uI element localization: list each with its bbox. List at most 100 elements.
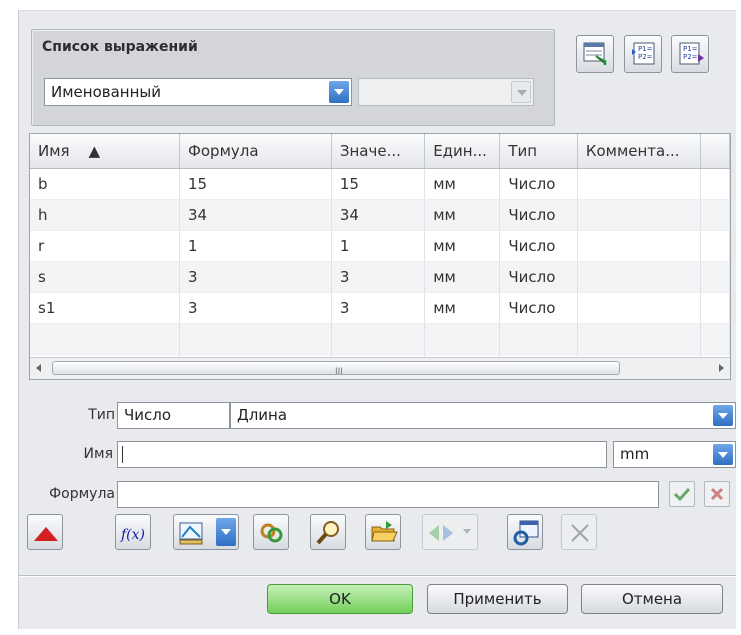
scroll-thumb[interactable]: III xyxy=(52,361,620,377)
svg-text:P1=: P1= xyxy=(638,45,653,53)
table-cell[interactable]: Число xyxy=(499,261,578,293)
column-header-extra xyxy=(700,134,730,169)
interpart-button[interactable] xyxy=(253,514,289,550)
table-cell[interactable]: r xyxy=(30,230,180,262)
name-input[interactable] xyxy=(117,441,607,468)
formula-label: Формула xyxy=(49,486,115,502)
table-cell[interactable]: 1 xyxy=(331,230,426,262)
list-view-button[interactable] xyxy=(576,35,614,73)
table-cell[interactable] xyxy=(577,199,702,231)
triangle-up-icon xyxy=(34,527,58,541)
table-cell[interactable]: 3 xyxy=(331,292,426,324)
table-cell-extra xyxy=(700,261,730,293)
accept-formula-button[interactable] xyxy=(669,481,695,507)
scroll-right-icon[interactable] xyxy=(719,364,724,372)
export-expressions-button[interactable]: P1= P2= xyxy=(624,35,662,73)
units-dropdown[interactable]: mm xyxy=(613,441,736,468)
chevron-down-icon[interactable] xyxy=(329,81,349,103)
delete-button xyxy=(561,514,597,550)
table-cell[interactable]: 15 xyxy=(179,168,332,200)
table-cell[interactable]: Число xyxy=(499,230,578,262)
ok-button[interactable]: OK xyxy=(267,584,413,614)
function-button[interactable]: f(x) xyxy=(115,514,151,550)
find-button[interactable] xyxy=(310,514,346,550)
table-cell[interactable]: 1 xyxy=(179,230,332,262)
column-header-units[interactable]: Един... xyxy=(424,134,501,169)
table-cell[interactable]: b xyxy=(30,168,180,200)
table-cell[interactable]: h xyxy=(30,199,180,231)
table-cell-extra xyxy=(700,230,730,262)
table-row[interactable]: b 15 15 мм Число xyxy=(30,168,730,200)
dimension-dropdown[interactable]: Длина xyxy=(230,402,736,429)
collapse-button[interactable] xyxy=(27,514,63,550)
reject-formula-button[interactable] xyxy=(704,481,730,507)
measure-icon xyxy=(179,522,203,545)
table-cell[interactable]: Число xyxy=(499,292,578,324)
expressions-table[interactable]: Имя ▲ Формула Значе... Един... Тип Комме… xyxy=(29,133,731,380)
column-header-value[interactable]: Значе... xyxy=(331,134,426,169)
insert-arrows-icon xyxy=(429,525,453,541)
svg-text:P1=: P1= xyxy=(683,45,698,53)
table-cell[interactable] xyxy=(577,323,702,355)
svg-text:P2=: P2= xyxy=(683,53,698,61)
table-cell-extra xyxy=(700,168,730,200)
table-cell[interactable]: мм xyxy=(424,199,501,231)
apply-button[interactable]: Применить xyxy=(427,584,568,614)
table-cell[interactable]: 3 xyxy=(179,261,332,293)
sort-ascending-icon: ▲ xyxy=(88,142,101,160)
table-cell-extra xyxy=(700,292,730,324)
table-cell[interactable] xyxy=(424,323,501,355)
horizontal-scrollbar[interactable]: III xyxy=(30,357,730,379)
scroll-left-icon[interactable] xyxy=(36,364,41,372)
table-cell[interactable]: мм xyxy=(424,230,501,262)
table-cell[interactable] xyxy=(577,261,702,293)
expressions-dialog: Список выражений Именованный P1= P2= P1=… xyxy=(18,10,736,629)
chevron-down-icon[interactable] xyxy=(713,405,733,426)
table-cell[interactable] xyxy=(577,230,702,262)
table-cell[interactable]: 3 xyxy=(179,292,332,324)
cancel-button[interactable]: Отмена xyxy=(581,584,723,614)
table-row[interactable]: s1 3 3 мм Число xyxy=(30,292,730,324)
formula-input[interactable] xyxy=(117,481,659,508)
open-file-button[interactable] xyxy=(365,514,401,550)
column-header-name[interactable]: Имя ▲ xyxy=(30,134,180,169)
table-row[interactable]: s 3 3 мм Число xyxy=(30,261,730,293)
table-cell[interactable]: s xyxy=(30,261,180,293)
delete-x-icon xyxy=(571,524,589,542)
chevron-down-icon[interactable] xyxy=(713,444,733,465)
import-expressions-button[interactable]: P1= P2= xyxy=(671,35,709,73)
expression-list-title: Список выражений xyxy=(42,39,198,55)
table-cell[interactable]: мм xyxy=(424,168,501,200)
column-header-type[interactable]: Тип xyxy=(499,134,578,169)
table-cell[interactable] xyxy=(577,168,702,200)
table-cell[interactable] xyxy=(577,292,702,324)
column-header-formula[interactable]: Формула xyxy=(179,134,332,169)
interpart-icon xyxy=(260,523,283,543)
edit-spreadsheet-button[interactable] xyxy=(507,514,543,550)
table-cell[interactable]: 34 xyxy=(331,199,426,231)
table-cell[interactable] xyxy=(499,323,578,355)
insert-dropdown-button xyxy=(422,514,478,550)
table-cell[interactable]: s1 xyxy=(30,292,180,324)
table-cell[interactable]: 34 xyxy=(179,199,332,231)
import-expressions-icon: P1= P2= xyxy=(679,42,704,65)
svg-text:f(x): f(x) xyxy=(120,527,145,543)
table-row[interactable] xyxy=(30,323,730,355)
table-cell-extra xyxy=(700,323,730,355)
measure-dropdown-button[interactable] xyxy=(173,514,239,550)
table-cell[interactable]: мм xyxy=(424,292,501,324)
table-cell[interactable] xyxy=(30,323,180,355)
chevron-down-icon xyxy=(511,81,531,103)
table-cell[interactable] xyxy=(179,323,332,355)
chevron-down-icon[interactable] xyxy=(216,518,236,546)
table-row[interactable]: h 34 34 мм Число xyxy=(30,199,730,231)
table-cell[interactable]: Число xyxy=(499,168,578,200)
table-cell[interactable] xyxy=(331,323,426,355)
filter-dropdown[interactable]: Именованный xyxy=(44,78,352,106)
table-cell[interactable]: 15 xyxy=(331,168,426,200)
table-row[interactable]: r 1 1 мм Число xyxy=(30,230,730,262)
table-cell[interactable]: мм xyxy=(424,261,501,293)
table-cell[interactable]: Число xyxy=(499,199,578,231)
column-header-comment[interactable]: Коммента... xyxy=(577,134,702,169)
table-cell[interactable]: 3 xyxy=(331,261,426,293)
